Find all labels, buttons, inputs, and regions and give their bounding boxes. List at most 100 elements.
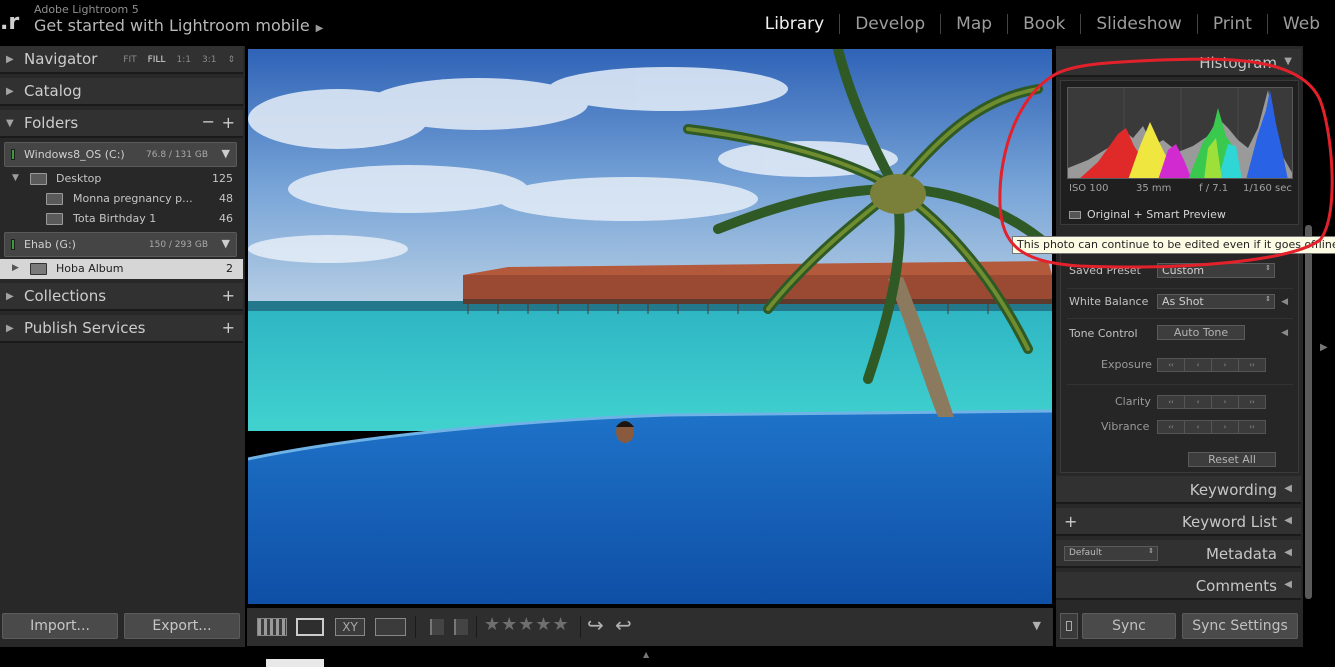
expand-triangle-icon: ▶ (6, 291, 14, 302)
identity-plate[interactable]: Get started with Lightroom mobile ▶ (34, 16, 323, 35)
folder-count: 2 (226, 262, 233, 275)
folder-name: Hoba Album (56, 262, 124, 275)
right-panel-toggle-icon[interactable]: ▶ (1320, 342, 1328, 353)
volume-windows8[interactable]: Windows8_OS (C:) 76.8 / 131 GB ▼ (4, 142, 237, 167)
add-publish-service-icon[interactable]: + (222, 318, 235, 337)
zoom-1-1[interactable]: 1:1 (176, 55, 190, 65)
exposure-decrease-large[interactable]: ‹‹ (1157, 358, 1185, 372)
sync-settings-button[interactable]: Sync Settings (1182, 613, 1298, 639)
exposure-decrease[interactable]: ‹ (1184, 358, 1212, 372)
folder-icon (46, 213, 63, 225)
white-balance-select[interactable]: As Shot ⇕ (1157, 294, 1275, 309)
remove-folder-icon[interactable]: − (202, 112, 215, 131)
folder-row-desktop[interactable]: ▼ Desktop 125 (0, 169, 243, 189)
folder-row-hoba-album[interactable]: ▶ Hoba Album 2 (0, 259, 243, 279)
publish-services-header[interactable]: ▶ Publish Services + (0, 315, 243, 343)
exposure-increase-large[interactable]: ›› (1238, 358, 1266, 372)
folder-name: Desktop (56, 172, 102, 185)
expand-triangle-icon[interactable]: ▶ (12, 263, 19, 273)
compare-view-icon[interactable]: XY (335, 618, 365, 636)
right-panel-scrollbar[interactable] (1305, 225, 1312, 599)
folder-row-monna[interactable]: Monna pregnancy p... 48 (0, 189, 243, 209)
play-arrow-icon: ▶ (315, 23, 324, 34)
metadata-header[interactable]: Default ⇕ Metadata ◀ (1056, 540, 1301, 568)
histogram-header[interactable]: Histogram ▼ (1056, 49, 1301, 77)
module-slideshow[interactable]: Slideshow (1080, 14, 1196, 34)
photo-loupe-view[interactable] (248, 49, 1052, 604)
navigator-title: Navigator (24, 50, 98, 68)
module-develop[interactable]: Develop (839, 14, 940, 34)
rotate-cw-icon[interactable]: ↪ (587, 613, 604, 637)
clarity-increase-large[interactable]: ›› (1238, 395, 1266, 409)
folder-count: 125 (212, 172, 233, 185)
import-button[interactable]: Import... (2, 613, 118, 639)
module-web[interactable]: Web (1266, 14, 1335, 34)
collections-title: Collections (24, 287, 107, 305)
expand-triangle-icon[interactable]: ◀ (1281, 297, 1288, 307)
volume-status-icon (11, 149, 15, 160)
toolbar-menu-icon[interactable]: ▼ (1033, 619, 1041, 632)
collapse-triangle-icon: ▼ (1284, 56, 1292, 67)
comments-header[interactable]: Comments ◀ (1056, 572, 1301, 600)
catalog-header[interactable]: ▶ Catalog (0, 78, 243, 106)
histogram-graph[interactable] (1067, 87, 1293, 179)
volume-ehab[interactable]: Ehab (G:) 150 / 293 GB ▼ (4, 232, 237, 257)
sync-button[interactable]: Sync (1082, 613, 1176, 639)
smart-preview-status[interactable]: Original + Smart Preview (1069, 208, 1226, 221)
dropdown-arrow-icon[interactable]: ▼ (222, 237, 230, 250)
vibrance-decrease-large[interactable]: ‹‹ (1157, 420, 1185, 434)
metadata-preset-select[interactable]: Default ⇕ (1064, 546, 1158, 561)
filmstrip-toolbar: XY ★★★★★ ↪ ↩ ▼ (247, 608, 1053, 646)
expand-triangle-icon[interactable]: ◀ (1281, 328, 1288, 338)
flag-reject-icon[interactable] (454, 619, 468, 635)
smart-preview-tooltip: This photo can continue to be edited eve… (1012, 236, 1335, 254)
vibrance-increase-large[interactable]: ›› (1238, 420, 1266, 434)
module-print[interactable]: Print (1196, 14, 1267, 34)
filmstrip-tab[interactable] (266, 659, 324, 667)
keyword-list-header[interactable]: + Keyword List ◀ (1056, 508, 1301, 536)
collections-header[interactable]: ▶ Collections + (0, 283, 243, 311)
vibrance-increase[interactable]: › (1211, 420, 1239, 434)
zoom-fit[interactable]: FIT (123, 55, 136, 65)
grid-view-icon[interactable] (257, 618, 287, 636)
zoom-spinner-icon[interactable]: ⇕ (227, 55, 235, 65)
keywording-header[interactable]: Keywording ◀ (1056, 476, 1301, 504)
folders-header[interactable]: ▼ Folders − + (0, 110, 243, 138)
dropdown-arrow-icon[interactable]: ▼ (222, 147, 230, 160)
add-folder-icon[interactable]: + (222, 113, 235, 132)
histogram-panel[interactable]: ISO 100 35 mm f / 7.1 1/160 sec Original… (1060, 80, 1299, 225)
folder-row-tota[interactable]: Tota Birthday 1 46 (0, 209, 243, 229)
add-collection-icon[interactable]: + (222, 286, 235, 305)
catalog-title: Catalog (24, 82, 82, 100)
reset-all-button[interactable]: Reset All (1188, 452, 1276, 467)
module-book[interactable]: Book (1007, 14, 1080, 34)
expand-triangle-icon: ▶ (6, 323, 14, 334)
zoom-fill[interactable]: FILL (148, 55, 166, 65)
exif-shutter-speed: 1/160 sec (1243, 183, 1292, 194)
loupe-view-icon[interactable] (296, 618, 324, 636)
folder-name: Monna pregnancy p... (73, 192, 193, 205)
vibrance-decrease[interactable]: ‹ (1184, 420, 1212, 434)
folder-icon (30, 263, 47, 275)
auto-sync-switch[interactable] (1060, 613, 1078, 639)
star-rating[interactable]: ★★★★★ (484, 614, 570, 635)
module-picker: Library Develop Map Book Slideshow Print… (750, 14, 1335, 34)
add-keyword-icon[interactable]: + (1064, 512, 1077, 531)
exposure-increase[interactable]: › (1211, 358, 1239, 372)
clarity-increase[interactable]: › (1211, 395, 1239, 409)
folder-count: 48 (219, 192, 233, 205)
flag-pick-icon[interactable] (430, 619, 444, 635)
auto-tone-button[interactable]: Auto Tone (1157, 325, 1245, 340)
collapse-filmstrip-icon[interactable]: ▲ (643, 650, 649, 659)
rotate-ccw-icon[interactable]: ↩ (615, 613, 632, 637)
collapse-triangle-icon[interactable]: ▼ (12, 173, 19, 183)
zoom-3-1[interactable]: 3:1 (202, 55, 216, 65)
export-button[interactable]: Export... (124, 613, 240, 639)
clarity-decrease-large[interactable]: ‹‹ (1157, 395, 1185, 409)
module-library[interactable]: Library (750, 14, 839, 34)
module-map[interactable]: Map (940, 14, 1007, 34)
clarity-decrease[interactable]: ‹ (1184, 395, 1212, 409)
navigator-header[interactable]: ▶ Navigator FIT FILL 1:1 3:1 ⇕ (0, 46, 243, 74)
survey-view-icon[interactable] (375, 618, 406, 636)
saved-preset-select[interactable]: Custom ⇕ (1157, 263, 1275, 278)
